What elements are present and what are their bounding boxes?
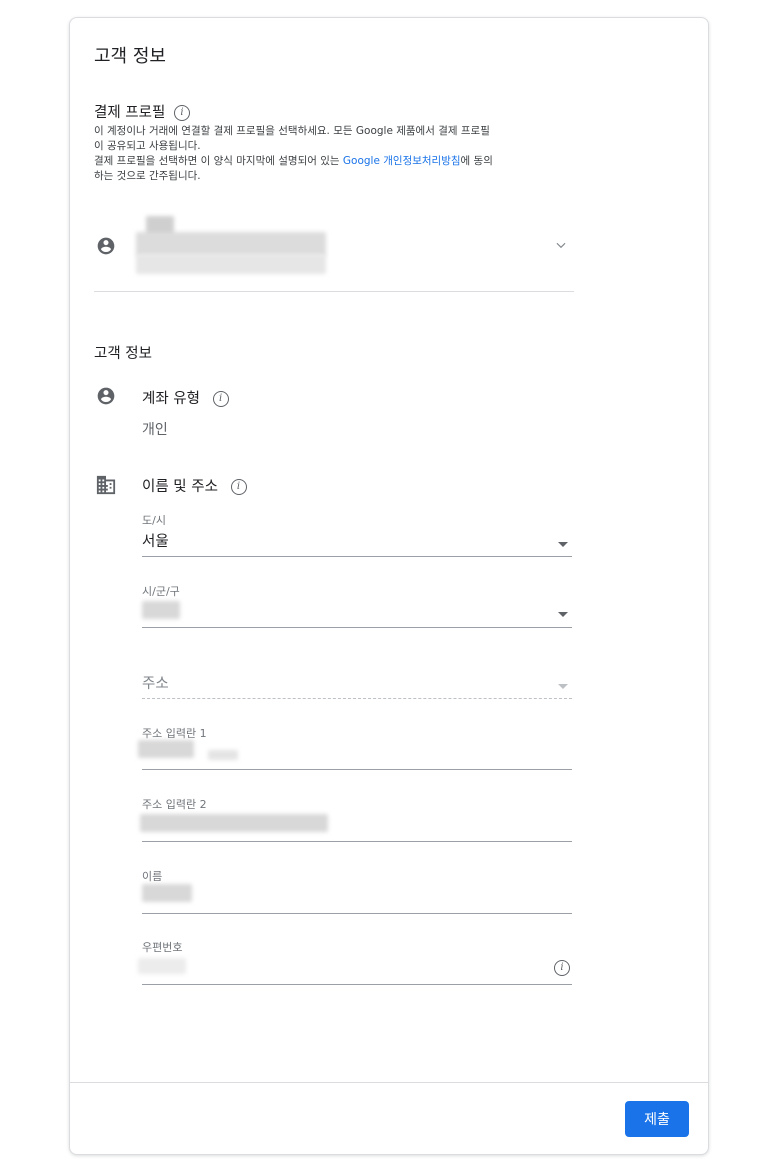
field-underline [142, 627, 572, 628]
address1-label: 주소 입력란 1 [142, 727, 207, 740]
divider [94, 291, 574, 292]
desc-line: 하는 것으로 간주됩니다. [94, 170, 201, 182]
field-underline [142, 698, 572, 699]
customer-info-card: 고객 정보 결제 프로필 i 이 계정이나 거래에 연결할 결제 프로필을 선택… [69, 17, 709, 1155]
field-underline [142, 556, 572, 557]
account-circle-icon [97, 387, 115, 405]
field-underline [142, 913, 572, 914]
field-underline [142, 769, 572, 770]
redacted-postal [138, 958, 186, 974]
payment-profile-description: 이 계정이나 거래에 연결할 결제 프로필을 선택하세요. 모든 Google … [94, 124, 574, 184]
address-placeholder: 주소 [142, 676, 169, 692]
desc-line: 이 공유되고 사용됩니다. [94, 140, 201, 152]
account-type-label: 계좌 유형 i [142, 387, 229, 408]
card-title: 고객 정보 [94, 46, 166, 67]
privacy-policy-link[interactable]: Google 개인정보처리방침 [343, 155, 461, 167]
dropdown-arrow-icon [558, 684, 568, 689]
redacted-profile [136, 254, 326, 274]
postal-label: 우편번호 [142, 941, 183, 954]
field-underline [142, 984, 572, 985]
info-icon[interactable]: i [173, 105, 190, 121]
footer-divider [70, 1082, 708, 1083]
redacted-district [142, 601, 180, 619]
redacted-address2 [140, 814, 328, 832]
name-label: 이름 [142, 870, 163, 883]
redacted-profile [136, 232, 326, 256]
address2-label: 주소 입력란 2 [142, 798, 207, 811]
dropdown-arrow-icon [558, 612, 568, 617]
account-circle-icon [97, 237, 115, 255]
payment-profile-selector[interactable] [94, 216, 574, 292]
redacted-name [142, 884, 192, 902]
info-icon[interactable]: i [230, 479, 247, 495]
desc-text: 결제 프로필을 선택하면 이 양식 마지막에 설명되어 있는 [94, 155, 343, 167]
submit-button[interactable]: 제출 [625, 1101, 689, 1137]
account-type-label-text: 계좌 유형 [142, 391, 200, 407]
redacted-address1 [208, 750, 238, 760]
payment-profile-heading: 결제 프로필 i [94, 101, 190, 122]
field-underline [142, 841, 572, 842]
name-address-label-text: 이름 및 주소 [142, 479, 218, 495]
dropdown-arrow-icon [558, 542, 568, 547]
business-building-icon [96, 475, 116, 495]
desc-line: 이 계정이나 거래에 연결할 결제 프로필을 선택하세요. 모든 Google … [94, 125, 490, 137]
chevron-down-icon[interactable] [554, 238, 568, 252]
name-address-label: 이름 및 주소 i [142, 475, 247, 496]
payment-profile-heading-text: 결제 프로필 [94, 105, 166, 121]
customer-info-heading: 고객 정보 [94, 346, 152, 362]
info-icon[interactable]: i [212, 391, 229, 407]
city-label: 도/시 [142, 514, 166, 527]
account-type-value: 개인 [142, 422, 168, 438]
district-label: 시/군/구 [142, 585, 180, 598]
city-value: 서울 [142, 534, 169, 550]
desc-text: 에 동의 [460, 155, 493, 167]
desc-line: 결제 프로필을 선택하면 이 양식 마지막에 설명되어 있는 Google 개인… [94, 154, 574, 169]
redacted-address1 [138, 740, 194, 758]
info-icon[interactable]: i [554, 960, 570, 976]
